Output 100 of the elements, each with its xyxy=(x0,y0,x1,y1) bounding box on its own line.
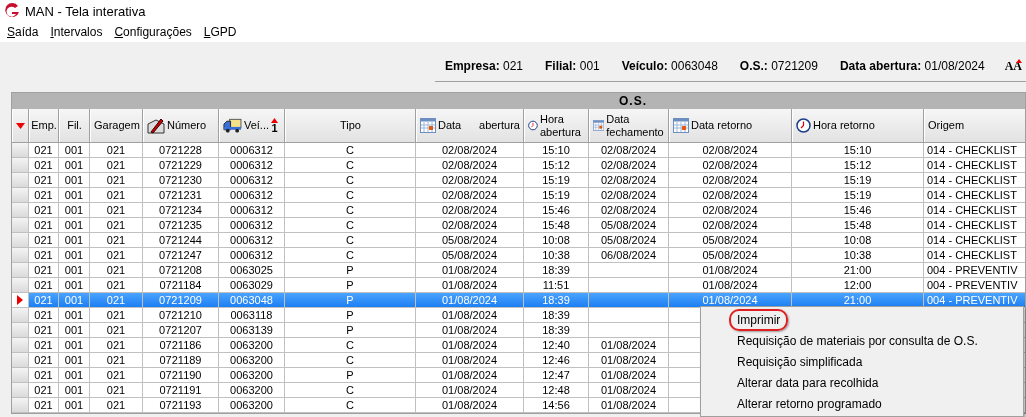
table-cell: 014 - CHECKLIST xyxy=(924,203,1025,217)
table-cell: 0006312 xyxy=(219,173,285,187)
table-cell: C xyxy=(285,158,416,172)
column-header[interactable]: Hora retorno xyxy=(792,109,924,142)
column-header[interactable]: Emp. xyxy=(29,109,59,142)
table-cell: 01/08/2024 xyxy=(589,383,669,397)
table-cell: 0721184 xyxy=(143,278,219,292)
table-cell: 05/08/2024 xyxy=(669,248,792,262)
font-size-button[interactable]: AA xyxy=(1004,58,1022,74)
column-header[interactable]: Fil. xyxy=(59,109,90,142)
menu-item[interactable]: Saída xyxy=(7,25,39,39)
table-cell: 004 - PREVENTIV xyxy=(924,278,1025,292)
table-row[interactable]: 021 001 021 0721235 0006312 C 02/08/2024 15:48 05/08/2024 02/08/2024 15:48 014 - CHECKLIST xyxy=(12,218,1025,233)
table-cell: P xyxy=(285,308,416,322)
table-cell: 021 xyxy=(29,323,59,337)
table-row[interactable]: 021 001 021 0721184 0063029 P 01/08/2024 11:51 01/08/2024 12:00 004 - PREVENTIV xyxy=(12,278,1025,293)
table-cell: 15:12 xyxy=(524,158,589,172)
table-cell: 05/08/2024 xyxy=(589,218,669,232)
table-row[interactable]: 021 001 021 0721247 0006312 C 05/08/2024 10:38 06/08/2024 05/08/2024 10:38 014 - CHECKLIST xyxy=(12,248,1025,263)
info-field: O.S.: 0721209 xyxy=(739,58,818,73)
table-cell: 0063048 xyxy=(219,293,285,307)
sort-ascending-icon xyxy=(271,117,278,123)
table-cell: 12:46 xyxy=(524,353,589,367)
row-selector[interactable] xyxy=(12,293,29,307)
table-cell: 02/08/2024 xyxy=(416,158,524,172)
table-row[interactable]: 021 001 021 0721229 0006312 C 02/08/2024 15:12 02/08/2024 02/08/2024 15:12 014 - CHECKLIST xyxy=(12,158,1025,173)
column-header[interactable]: Data retorno xyxy=(669,109,792,142)
table-cell: 001 xyxy=(59,383,90,397)
edit-form-icon xyxy=(147,117,165,134)
table-cell: 02/08/2024 xyxy=(589,188,669,202)
table-cell: 15:19 xyxy=(792,188,924,202)
table-cell: 02/08/2024 xyxy=(669,143,792,157)
column-header[interactable]: Data fechamento xyxy=(589,109,669,142)
table-cell: 0721191 xyxy=(143,383,219,397)
column-header[interactable]: Hora abertura xyxy=(524,109,589,142)
table-cell: 01/08/2024 xyxy=(416,383,524,397)
table-row[interactable]: 021 001 021 0721244 0006312 C 05/08/2024 10:08 05/08/2024 05/08/2024 10:08 014 - CHECKLIST xyxy=(12,233,1025,248)
table-cell: 001 xyxy=(59,173,90,187)
table-cell: P xyxy=(285,293,416,307)
table-cell: 0721207 xyxy=(143,323,219,337)
menu-item[interactable]: Configurações xyxy=(114,25,192,39)
table-cell: 021 xyxy=(29,398,59,412)
table-cell: 021 xyxy=(29,338,59,352)
table-cell: 01/08/2024 xyxy=(589,398,669,412)
table-cell: 01/08/2024 xyxy=(589,338,669,352)
table-row[interactable]: 021 001 021 0721208 0063025 P 01/08/2024 18:39 01/08/2024 21:00 004 - PREVENTIV xyxy=(12,263,1025,278)
table-cell: 021 xyxy=(29,203,59,217)
table-cell: 0721235 xyxy=(143,218,219,232)
column-header[interactable]: Data abertura xyxy=(416,109,524,142)
table-row[interactable]: 021 001 021 0721231 0006312 C 02/08/2024 15:19 02/08/2024 02/08/2024 15:19 014 - CHECKLIST xyxy=(12,188,1025,203)
column-header[interactable]: Origem xyxy=(924,109,1025,142)
context-menu-item[interactable]: Imprimir xyxy=(729,308,789,331)
table-row[interactable]: 021 001 021 0721230 0006312 C 02/08/2024 15:19 02/08/2024 02/08/2024 15:19 014 - CHECKLIST xyxy=(12,173,1025,188)
table-row[interactable]: 021 001 021 0721234 0006312 C 02/08/2024 15:46 02/08/2024 02/08/2024 15:46 014 - CHECKLIST xyxy=(12,203,1025,218)
table-cell: 014 - CHECKLIST xyxy=(924,188,1025,202)
table-cell: 18:39 xyxy=(524,308,589,322)
sort-down-icon[interactable] xyxy=(16,122,25,129)
table-cell: 001 xyxy=(59,188,90,202)
table-cell: 12:47 xyxy=(524,368,589,382)
selector-header[interactable] xyxy=(12,109,29,142)
table-cell: C xyxy=(285,203,416,217)
column-header[interactable]: Tipo xyxy=(285,109,416,142)
window-title: MAN - Tela interativa xyxy=(25,3,146,19)
clock-icon xyxy=(528,118,538,133)
table-cell: 0721189 xyxy=(143,353,219,367)
table-cell: C xyxy=(285,248,416,262)
table-cell: 0721210 xyxy=(143,308,219,322)
table-cell: 021 xyxy=(29,293,59,307)
table-cell: C xyxy=(285,233,416,247)
table-cell: C xyxy=(285,338,416,352)
column-header[interactable]: Número xyxy=(143,109,219,142)
menu-item[interactable]: LGPD xyxy=(203,25,237,39)
table-cell: 0721244 xyxy=(143,233,219,247)
table-cell: 021 xyxy=(90,368,143,382)
table-cell: 02/08/2024 xyxy=(669,188,792,202)
table-cell: 001 xyxy=(59,308,90,322)
clock-icon xyxy=(796,118,811,133)
table-cell: 0063200 xyxy=(219,353,285,367)
table-cell: 021 xyxy=(90,323,143,337)
table-cell: 0721190 xyxy=(143,368,219,382)
table-cell: 021 xyxy=(90,233,143,247)
table-cell: 021 xyxy=(29,173,59,187)
table-cell: 0063029 xyxy=(219,278,285,292)
table-cell: C xyxy=(285,143,416,157)
table-cell: 0006312 xyxy=(219,203,285,217)
table-cell: 001 xyxy=(59,203,90,217)
table-cell: 021 xyxy=(90,308,143,322)
table-cell: C xyxy=(285,398,416,412)
table-row[interactable]: 021 001 021 0721228 0006312 C 02/08/2024 15:10 02/08/2024 02/08/2024 15:10 014 - CHECKLIST xyxy=(12,143,1025,158)
info-field: Filial: 001 xyxy=(545,58,600,73)
table-cell: 02/08/2024 xyxy=(416,218,524,232)
table-cell: 02/08/2024 xyxy=(416,143,524,157)
table-cell: 01/08/2024 xyxy=(416,308,524,322)
column-header[interactable]: Garagem xyxy=(90,109,143,142)
table-cell: 021 xyxy=(29,188,59,202)
menu-item[interactable]: Intervalos xyxy=(50,25,103,39)
table-cell: 0006312 xyxy=(219,218,285,232)
table-cell: 0721208 xyxy=(143,263,219,277)
column-header[interactable]: Veí... 1 xyxy=(219,109,285,142)
table-cell: 01/08/2024 xyxy=(416,368,524,382)
